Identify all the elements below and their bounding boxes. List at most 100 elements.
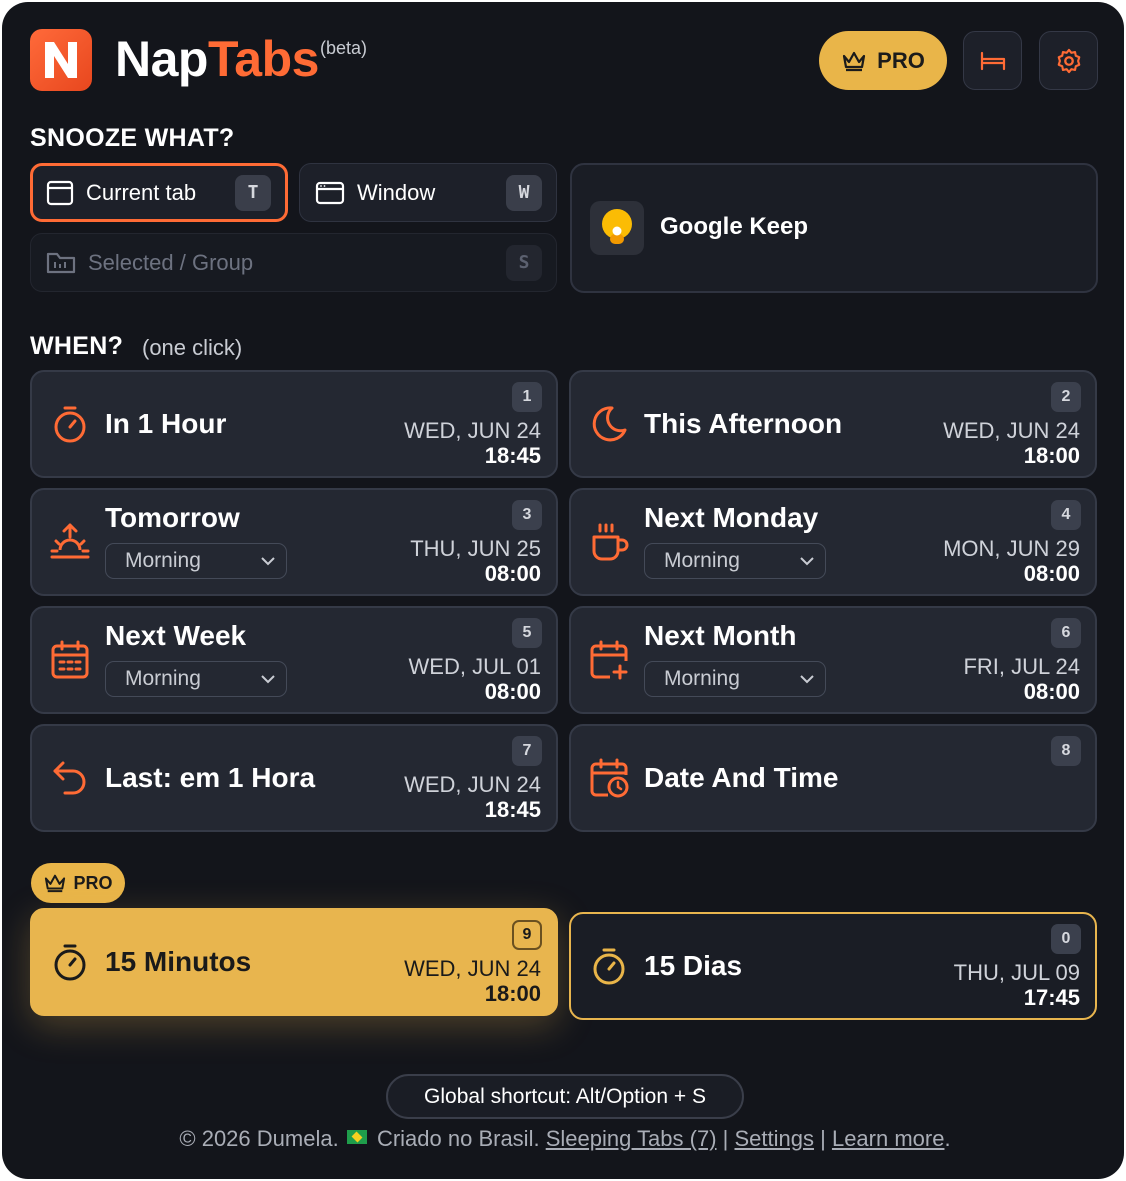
undo-icon — [53, 761, 86, 795]
pro-button[interactable]: PRO — [819, 31, 947, 90]
option-time: 17:45 — [1023, 985, 1080, 1010]
sleeping-tabs-button[interactable] — [963, 31, 1022, 90]
shortcut-key-s: S — [506, 244, 542, 281]
pro-badge: PRO — [31, 863, 125, 903]
option-15-minutos[interactable]: 15 Minutos 9 WED, JUN 24 18:00 — [30, 908, 558, 1016]
option-date: MON, JUN 29 — [943, 536, 1080, 561]
option-date: WED, JUN 24 — [404, 956, 541, 981]
chevron-down-icon — [800, 675, 814, 684]
option-number: 8 — [1051, 736, 1081, 766]
option-title: Next Week — [105, 620, 247, 651]
option-number: 7 — [512, 736, 542, 766]
shortcut-key-w: W — [506, 174, 542, 211]
option-title: This Afternoon — [644, 408, 843, 439]
select-value: Morning — [664, 667, 740, 690]
crown-icon — [45, 874, 66, 893]
folder-icon — [46, 252, 76, 273]
tab-icon — [46, 180, 74, 205]
option-number: 3 — [512, 500, 542, 530]
naptabs-logo — [30, 29, 92, 91]
option-time: 18:45 — [484, 797, 541, 822]
option-title: Next Month — [644, 620, 797, 651]
option-next-monday[interactable]: Next Monday Morning 4 MON, JUN 29 08:00 — [569, 488, 1097, 596]
option-date: THU, JUN 25 — [410, 536, 541, 561]
timer-icon — [54, 406, 86, 443]
time-of-day-select[interactable]: Morning — [644, 543, 826, 579]
option-date: FRI, JUL 24 — [963, 654, 1080, 679]
brand-tabs: Tabs — [207, 31, 320, 87]
option-title: Date And Time — [644, 762, 839, 793]
timer-icon — [593, 948, 625, 985]
settings-button[interactable] — [1039, 31, 1098, 90]
current-tab-button[interactable]: Current tab T — [30, 163, 288, 222]
selected-group-button[interactable]: Selected / Group S — [30, 233, 557, 292]
snooze-what-title: SNOOZE WHAT? — [30, 124, 235, 152]
calendar-clock-icon — [590, 758, 629, 798]
app-window: NapTabs (beta) PRO SNOOZE WHAT? Current … — [2, 2, 1124, 1179]
option-date: THU, JUL 09 — [953, 960, 1080, 985]
option-date: WED, JUN 24 — [404, 418, 541, 443]
time-of-day-select[interactable]: Morning — [644, 661, 826, 697]
calendar-plus-icon — [590, 640, 628, 680]
option-time: 08:00 — [484, 679, 541, 704]
coffee-icon — [592, 523, 629, 561]
when-hint: (one click) — [142, 335, 243, 360]
window-button[interactable]: Window W — [299, 163, 557, 222]
moon-icon — [592, 406, 627, 442]
brand-nap: Nap — [115, 31, 208, 87]
option-time: 18:45 — [484, 443, 541, 468]
option-last-used[interactable]: Last: em 1 Hora 7 WED, JUN 24 18:45 — [30, 724, 558, 832]
chevron-down-icon — [261, 675, 275, 684]
brand-title: NapTabs — [115, 28, 319, 90]
made-in-text: Criado no Brasil. — [376, 1126, 540, 1151]
option-time: 18:00 — [484, 981, 541, 1006]
option-title: 15 Minutos — [105, 946, 252, 977]
chevron-down-icon — [261, 557, 275, 566]
window-label: Window — [357, 179, 436, 205]
option-date: WED, JUN 24 — [404, 772, 541, 797]
window-icon — [315, 181, 345, 204]
option-number: 4 — [1051, 500, 1081, 530]
option-number: 1 — [512, 382, 542, 412]
brazil-flag-icon — [346, 1130, 367, 1144]
google-keep-icon — [590, 201, 644, 255]
option-number: 6 — [1051, 618, 1081, 648]
option-next-month[interactable]: Next Month Morning 6 FRI, JUL 24 08:00 — [569, 606, 1097, 714]
option-tomorrow[interactable]: Tomorrow Morning 3 THU, JUN 25 08:00 — [30, 488, 558, 596]
copyright: © 2026 Dumela. — [179, 1126, 339, 1151]
option-title: In 1 Hour — [105, 408, 227, 439]
sleeping-tabs-link[interactable]: Sleeping Tabs (7) — [546, 1126, 717, 1151]
separator: | — [722, 1126, 729, 1151]
crown-icon — [843, 51, 866, 71]
option-title: 15 Dias — [644, 950, 743, 981]
option-time: 08:00 — [1023, 679, 1080, 704]
current-tab-label: Current tab — [86, 179, 197, 205]
sunrise-icon — [50, 523, 90, 559]
option-title: Tomorrow — [105, 502, 240, 533]
time-of-day-select[interactable]: Morning — [105, 543, 287, 579]
select-value: Morning — [125, 667, 201, 690]
option-title: Last: em 1 Hora — [105, 762, 316, 793]
option-15-dias[interactable]: 15 Dias 0 THU, JUL 09 17:45 — [569, 912, 1097, 1020]
calendar-icon — [51, 640, 89, 679]
option-time: 08:00 — [1023, 561, 1080, 586]
pro-badge-label: PRO — [73, 872, 113, 893]
option-date: WED, JUN 24 — [943, 418, 1080, 443]
option-date-and-time[interactable]: Date And Time 8 — [569, 724, 1097, 832]
when-title: WHEN? — [30, 332, 124, 360]
option-in-1-hour[interactable]: In 1 Hour 1 WED, JUN 24 18:45 — [30, 370, 558, 478]
bed-icon — [980, 51, 1005, 70]
time-of-day-select[interactable]: Morning — [105, 661, 287, 697]
option-this-afternoon[interactable]: This Afternoon 2 WED, JUN 24 18:00 — [569, 370, 1097, 478]
option-time: 08:00 — [484, 561, 541, 586]
separator: | — [820, 1126, 826, 1151]
option-number: 0 — [1051, 924, 1081, 954]
select-value: Morning — [125, 549, 201, 572]
current-tab-preview: Google Keep — [570, 163, 1098, 293]
option-next-week[interactable]: Next Week Morning 5 WED, JUL 01 08:00 — [30, 606, 558, 714]
selected-group-label: Selected / Group — [88, 249, 254, 275]
settings-link[interactable]: Settings — [734, 1126, 814, 1151]
learn-more-link[interactable]: Learn more — [832, 1126, 945, 1151]
option-title: Next Monday — [644, 502, 819, 533]
option-date: WED, JUL 01 — [408, 654, 541, 679]
